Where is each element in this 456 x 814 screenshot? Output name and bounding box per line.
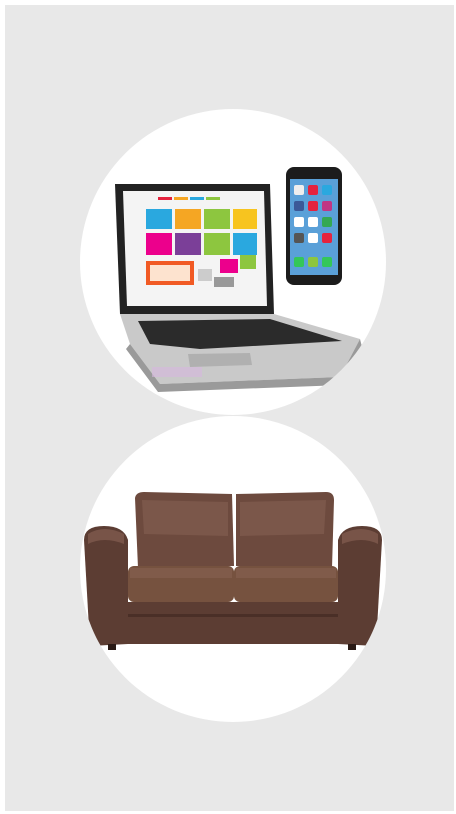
laptop-phone-illustration — [115, 167, 362, 392]
smartphone-icon — [286, 167, 342, 285]
sofa-icon — [84, 492, 382, 650]
sofa-illustration — [84, 492, 382, 650]
devices-card[interactable] — [80, 109, 386, 415]
furniture-card[interactable] — [80, 416, 386, 722]
